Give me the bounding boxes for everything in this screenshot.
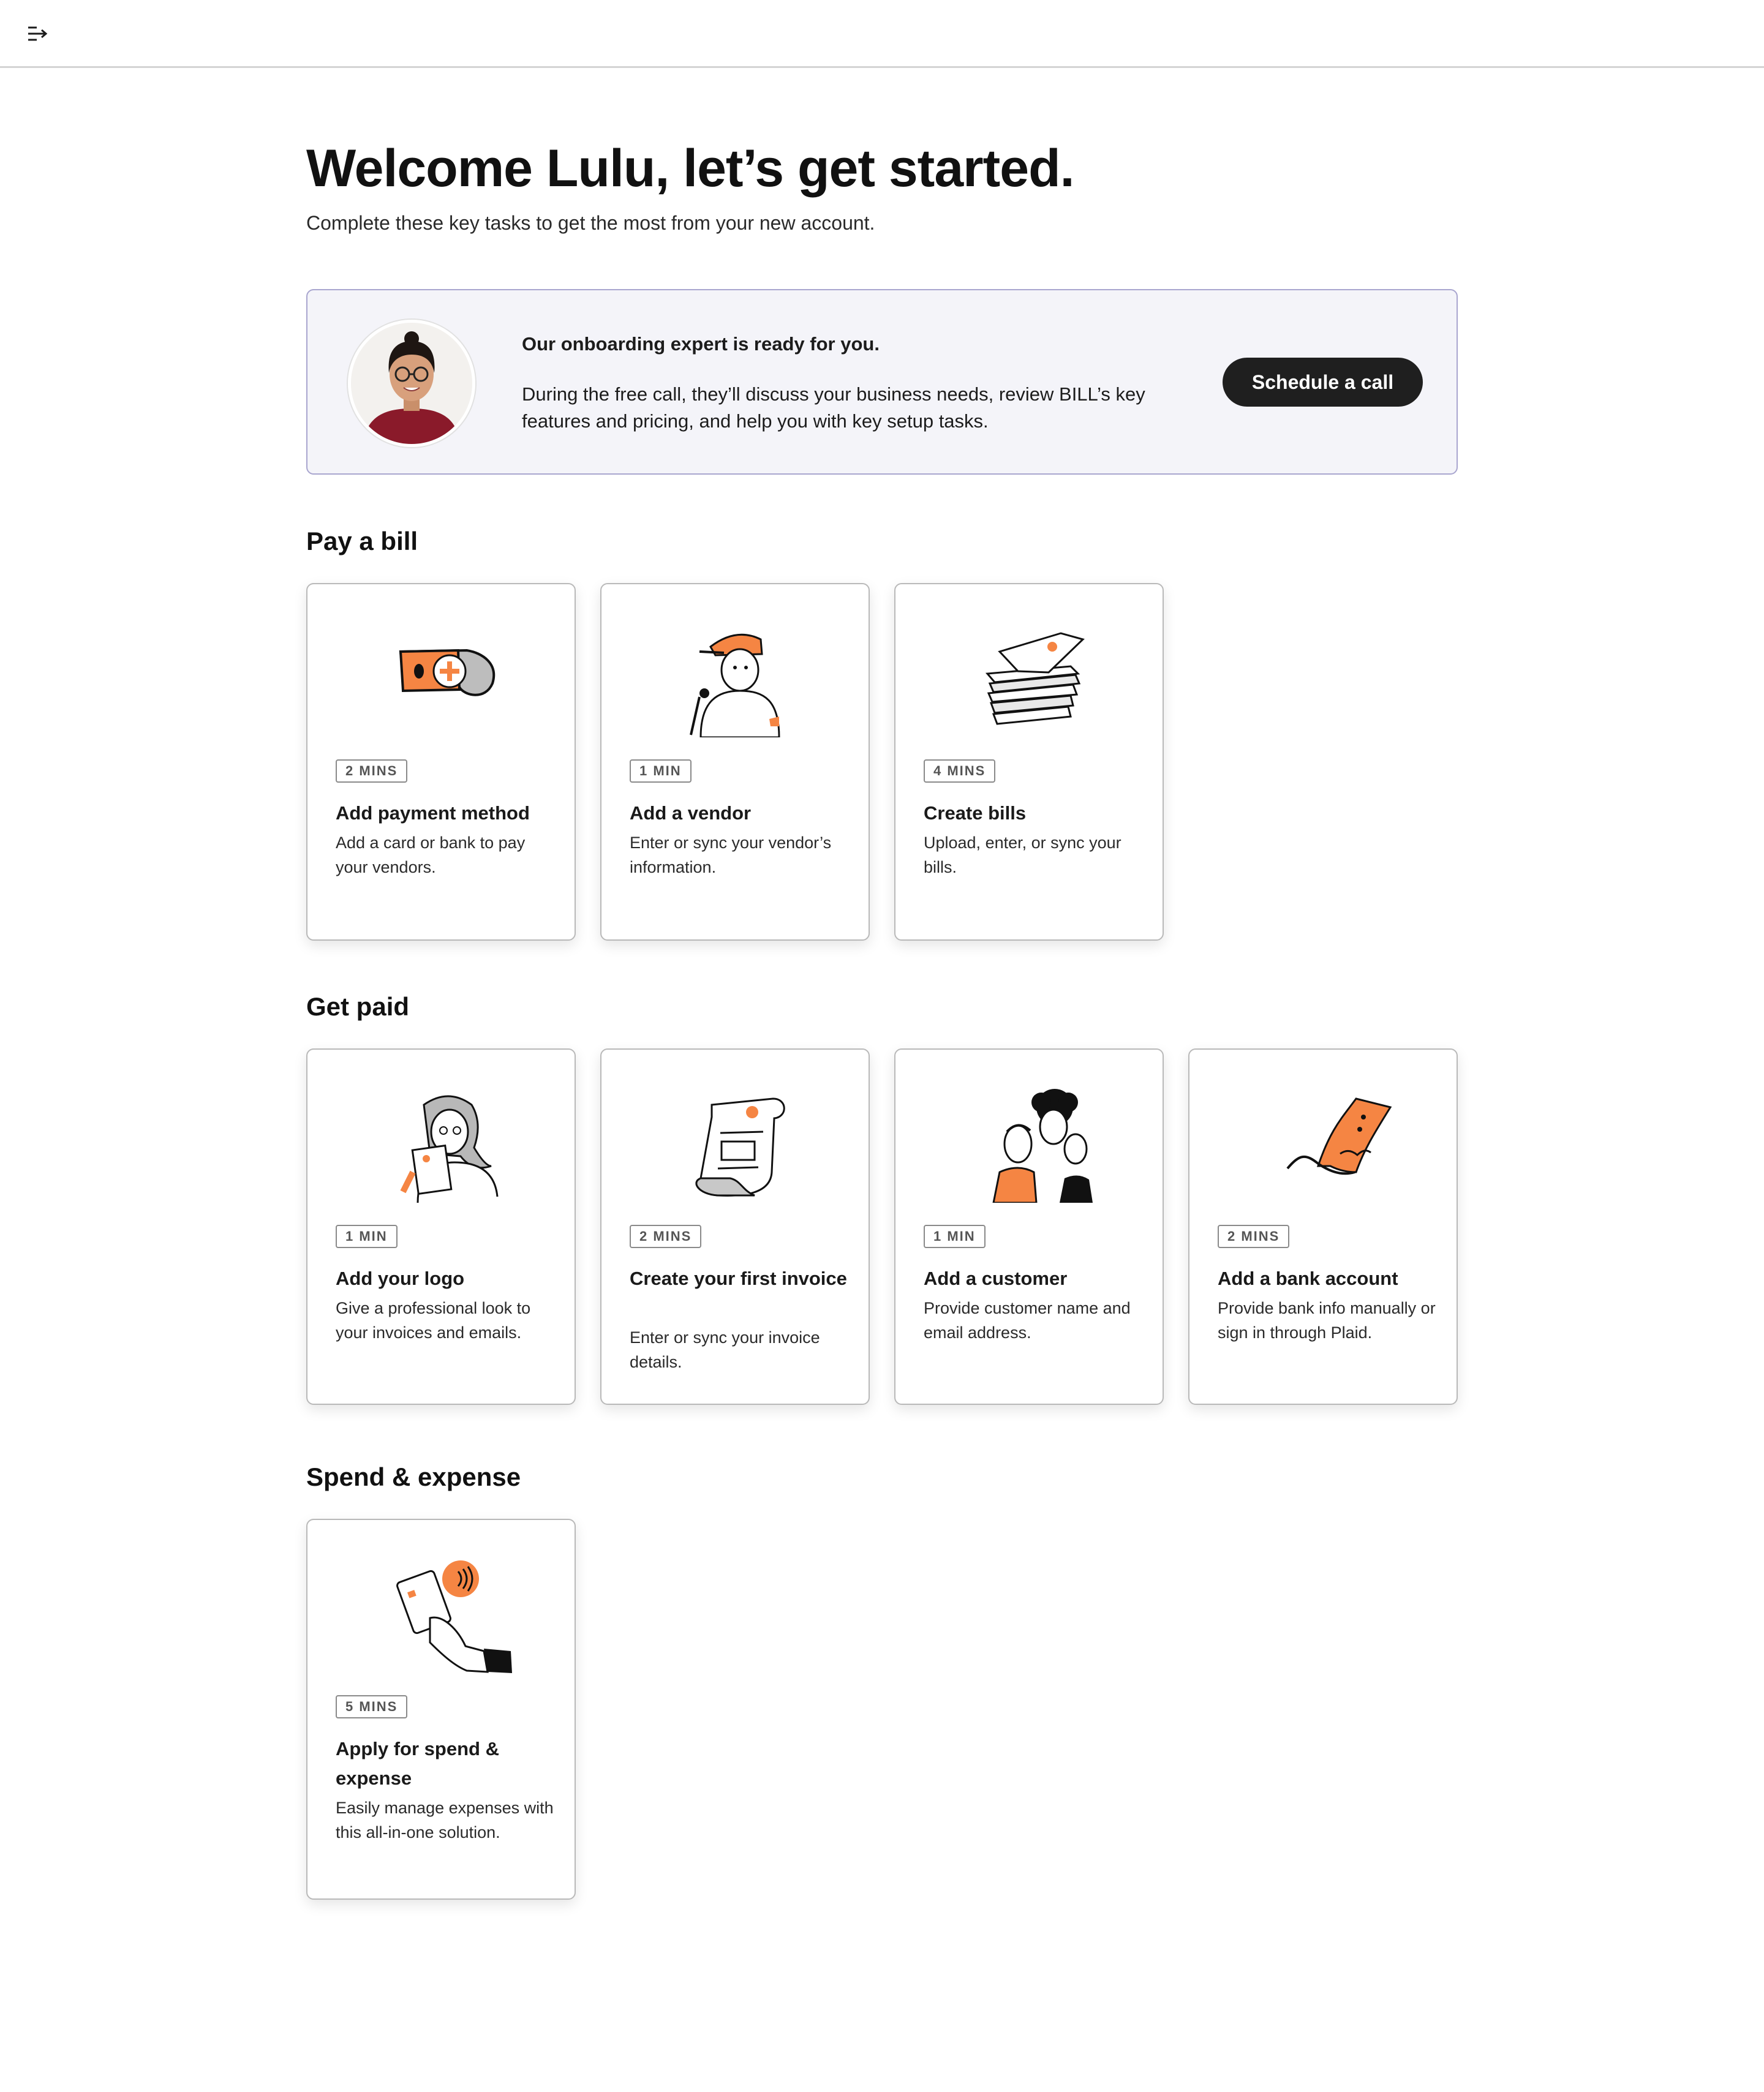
task-card-create-bills[interactable]: 4 MINS Create bills Upload, enter, or sy… bbox=[894, 583, 1164, 941]
top-bar bbox=[0, 0, 1764, 68]
card-title: Create bills bbox=[924, 802, 1027, 824]
card-title: Apply for spend & expense bbox=[336, 1738, 499, 1789]
card-title: Create your first invoice bbox=[630, 1268, 847, 1289]
contactless-card-icon bbox=[338, 1551, 546, 1673]
section-title-pay-a-bill: Pay a bill bbox=[306, 527, 418, 555]
expert-avatar bbox=[348, 320, 475, 447]
task-card-add-bank-account[interactable]: 2 MINS Add a bank account Provide bank i… bbox=[1188, 1048, 1458, 1405]
page-title: Welcome Lulu, let’s get started. bbox=[306, 139, 1075, 198]
card-title: Add a vendor bbox=[630, 802, 752, 824]
bank-check-icon bbox=[1220, 1080, 1428, 1203]
logo-person-icon bbox=[338, 1080, 546, 1203]
page-subtitle: Complete these key tasks to get the most… bbox=[306, 212, 875, 234]
time-badge: 1 MIN bbox=[924, 1225, 986, 1248]
schedule-call-button[interactable]: Schedule a call bbox=[1223, 358, 1423, 407]
card-title: Add a bank account bbox=[1218, 1268, 1398, 1289]
time-badge: 1 MIN bbox=[630, 759, 692, 783]
money-plus-icon bbox=[338, 615, 546, 737]
card-description: Give a professional look to your invoice… bbox=[336, 1299, 531, 1342]
time-badge: 2 MINS bbox=[630, 1225, 702, 1248]
card-description: Upload, enter, or sync your bills. bbox=[924, 833, 1121, 876]
time-badge: 2 MINS bbox=[336, 759, 408, 783]
card-title: Add a customer bbox=[924, 1268, 1068, 1289]
card-title: Add payment method bbox=[336, 802, 530, 824]
card-description: Add a card or bank to pay your vendors. bbox=[336, 833, 526, 876]
vendor-person-icon bbox=[632, 615, 840, 737]
time-badge: 2 MINS bbox=[1218, 1225, 1290, 1248]
customers-group-icon bbox=[926, 1080, 1134, 1203]
time-badge: 1 MIN bbox=[336, 1225, 398, 1248]
task-card-apply-spend-expense[interactable]: 5 MINS Apply for spend & expense Easily … bbox=[306, 1519, 576, 1900]
time-badge: 4 MINS bbox=[924, 759, 996, 783]
section-title-spend-and-expense: Spend & expense bbox=[306, 1462, 521, 1491]
card-description: Enter or sync your invoice details. bbox=[630, 1328, 820, 1371]
task-card-add-customer[interactable]: 1 MIN Add a customer Provide customer na… bbox=[894, 1048, 1164, 1405]
expert-heading: Our onboarding expert is ready for you. bbox=[522, 333, 880, 355]
section-title-get-paid: Get paid bbox=[306, 992, 410, 1021]
card-description: Easily manage expenses with this all-in-… bbox=[336, 1799, 554, 1842]
task-card-add-vendor[interactable]: 1 MIN Add a vendor Enter or sync your ve… bbox=[600, 583, 870, 941]
task-card-add-logo[interactable]: 1 MIN Add your logo Give a professional … bbox=[306, 1048, 576, 1405]
task-card-add-payment-method[interactable]: 2 MINS Add payment method Add a card or … bbox=[306, 583, 576, 941]
card-description: Provide customer name and email address. bbox=[924, 1299, 1131, 1342]
card-description: Provide bank info manually or sign in th… bbox=[1218, 1299, 1436, 1342]
expert-description: During the free call, they’ll discuss yo… bbox=[522, 383, 1145, 432]
invoice-scroll-icon bbox=[632, 1080, 840, 1203]
card-title: Add your logo bbox=[336, 1268, 465, 1289]
bills-stack-icon bbox=[926, 615, 1134, 737]
card-description: Enter or sync your vendor’s information. bbox=[630, 833, 832, 876]
onboarding-expert-banner: Our onboarding expert is ready for you. … bbox=[306, 289, 1458, 475]
expand-menu-icon[interactable] bbox=[24, 23, 51, 44]
time-badge: 5 MINS bbox=[336, 1695, 408, 1718]
task-card-create-invoice[interactable]: 2 MINS Create your first invoice Enter o… bbox=[600, 1048, 870, 1405]
